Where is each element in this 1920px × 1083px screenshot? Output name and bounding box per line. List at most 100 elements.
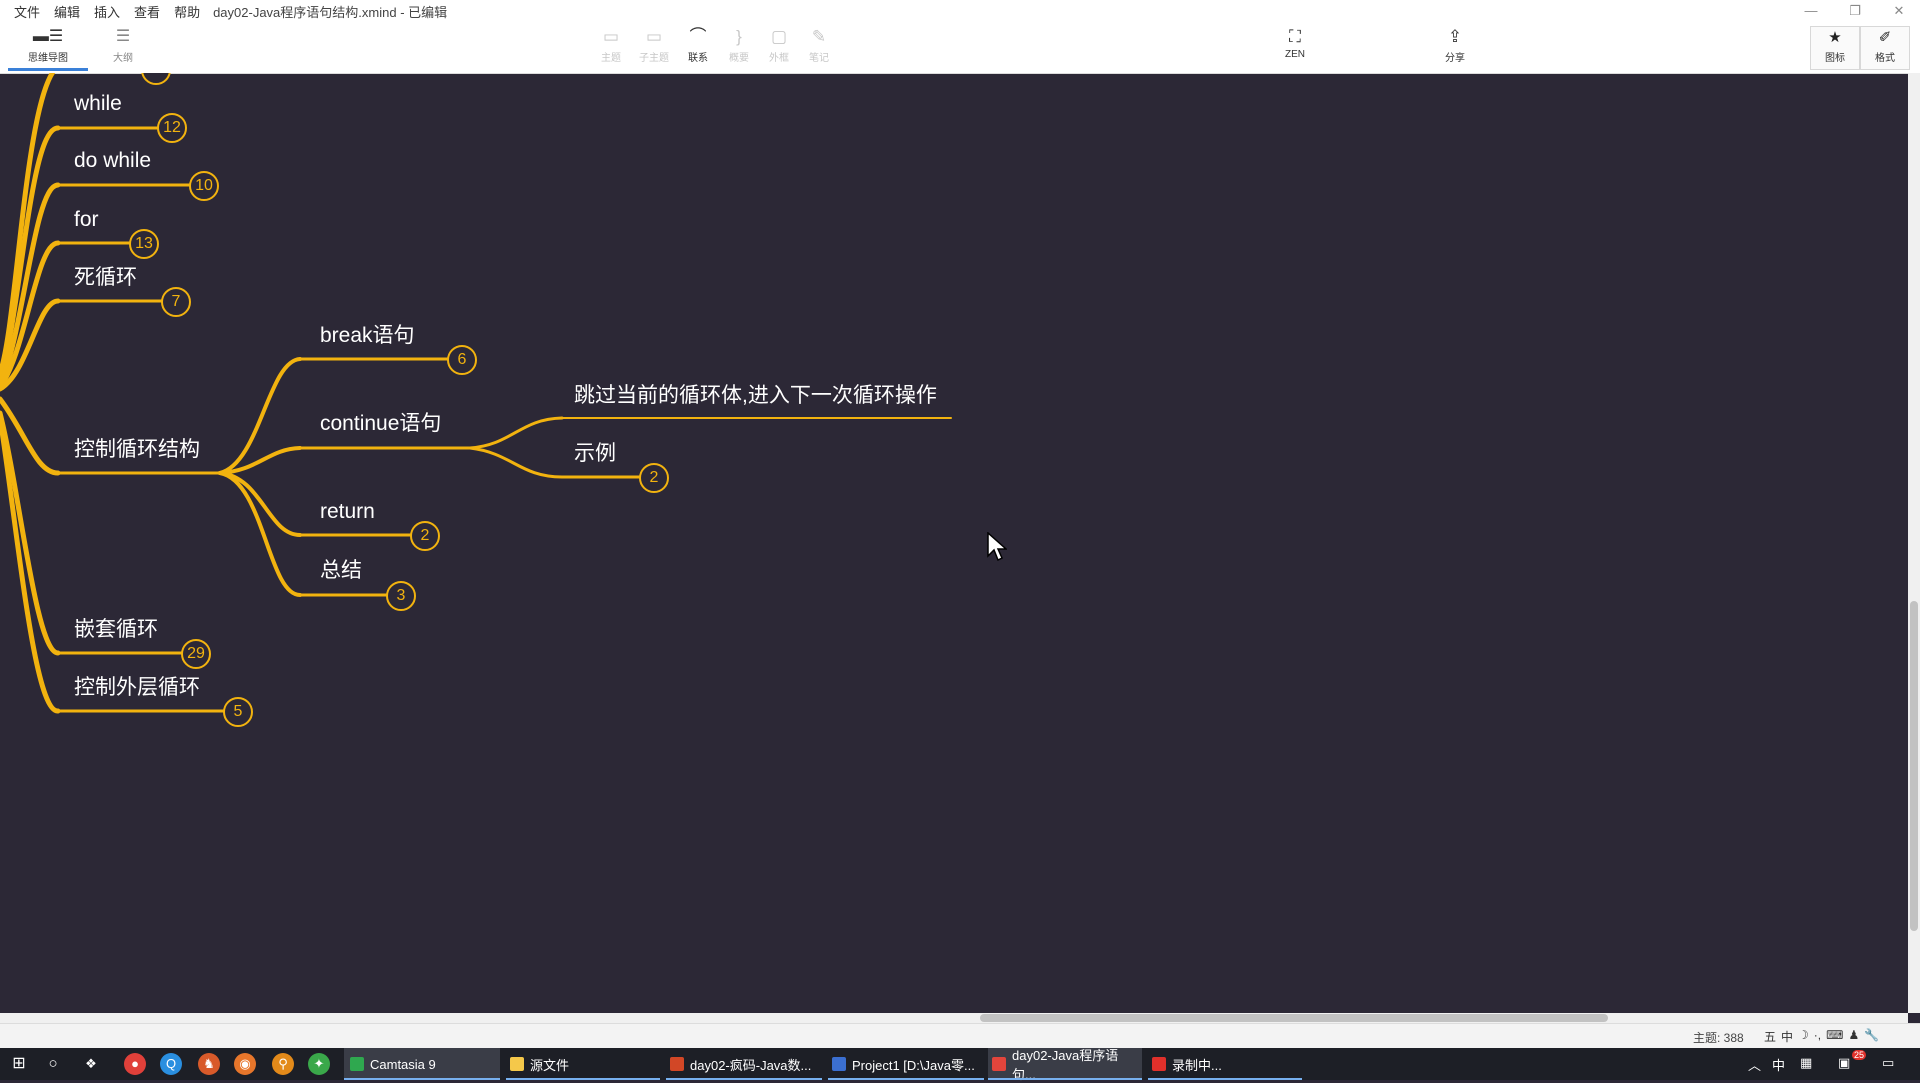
windows-taskbar: ⊞ ○ ❖ ● Q ♞ ◉ ⚲ ✦ Camtasia 9 源文件 day02-疯… bbox=[0, 1048, 1920, 1082]
menu-file[interactable]: 文件 bbox=[0, 2, 47, 21]
relationship-button[interactable]: ⌒ 联系 bbox=[675, 26, 721, 64]
subtopic-icon: ▭ bbox=[645, 27, 663, 46]
tray-ime-indicator[interactable]: 中 bbox=[1772, 1055, 1785, 1074]
menu-view[interactable]: 查看 bbox=[127, 2, 167, 21]
task-view-icon[interactable]: ❖ bbox=[80, 1053, 102, 1075]
topic-do-while[interactable]: do while bbox=[74, 148, 151, 174]
subtopic-button[interactable]: ▭ 子主题 bbox=[631, 26, 677, 64]
qq-browser-icon[interactable]: Q bbox=[160, 1053, 182, 1075]
cortana-search-icon[interactable]: ○ bbox=[42, 1053, 64, 1075]
windows-start-icon[interactable]: ⊞ bbox=[8, 1053, 30, 1075]
ime-wubi-icon[interactable]: 五 bbox=[1764, 1028, 1776, 1045]
topic-summary[interactable]: 总结 bbox=[320, 558, 362, 584]
tray-notification-icon[interactable]: ▣ bbox=[1838, 1055, 1850, 1071]
format-panel-label: 格式 bbox=[1875, 53, 1895, 64]
topic-example-badge[interactable]: 2 bbox=[639, 463, 669, 493]
taskbar-app-intellij[interactable]: Project1 [D:\Java零... bbox=[828, 1048, 984, 1080]
share-button-label: 分享 bbox=[1445, 53, 1465, 64]
ime-halfwidth-icon[interactable]: ☽ bbox=[1798, 1028, 1809, 1045]
restore-icon[interactable]: ❐ bbox=[1844, 2, 1866, 20]
minimize-icon[interactable]: — bbox=[1800, 2, 1822, 20]
topic-example[interactable]: 示例 bbox=[574, 441, 616, 467]
action-center-icon[interactable]: ▭ bbox=[1882, 1055, 1894, 1071]
menu-edit[interactable]: 编辑 bbox=[47, 2, 87, 21]
topic-break[interactable]: break语句 bbox=[320, 323, 415, 349]
topic-while[interactable]: while bbox=[74, 91, 122, 117]
ime-punctuation-icon[interactable]: ·, bbox=[1814, 1028, 1821, 1045]
tab-outline[interactable]: ☰ 大纲 bbox=[83, 26, 163, 71]
boundary-button-label: 外框 bbox=[769, 53, 789, 64]
tray-chevron-icon[interactable]: ︿ bbox=[1748, 1055, 1761, 1074]
topic-count: 主题: 388 bbox=[1693, 1031, 1744, 1045]
ime-toolbar: 五 中 ☽ ·, ⌨ ♟ 🔧 bbox=[1764, 1028, 1879, 1045]
notification-count-badge: 25 bbox=[1852, 1050, 1867, 1060]
ime-chinese-icon[interactable]: 中 bbox=[1781, 1028, 1793, 1045]
icons-panel-button[interactable]: ★ 图标 bbox=[1810, 26, 1860, 70]
subtopic-button-label: 子主题 bbox=[639, 53, 669, 64]
tray-calendar-icon[interactable]: ▦ bbox=[1800, 1055, 1812, 1071]
horizontal-scroll-thumb[interactable] bbox=[980, 1014, 1608, 1022]
top-toolbar: 文件 编辑 插入 查看 帮助 day02-Java程序语句结构.xmind - … bbox=[0, 0, 1920, 74]
topic-for-badge[interactable]: 13 bbox=[129, 229, 159, 259]
topic-deadloop[interactable]: 死循环 bbox=[74, 265, 137, 291]
topic-do-while-badge[interactable]: 10 bbox=[189, 171, 219, 201]
taskbar-app-recorder-label: 录制中... bbox=[1172, 1057, 1222, 1073]
menu-bar: 文件 编辑 插入 查看 帮助 day02-Java程序语句结构.xmind - … bbox=[0, 0, 447, 22]
topic-nested-loop[interactable]: 嵌套循环 bbox=[74, 617, 158, 643]
share-button[interactable]: ⇪ 分享 bbox=[1432, 26, 1478, 64]
taskbar-app-powerpoint-label: day02-疯码-Java数... bbox=[690, 1057, 812, 1073]
zen-button[interactable]: ⛶ ZEN bbox=[1272, 26, 1318, 60]
topic-break-badge[interactable]: 6 bbox=[447, 345, 477, 375]
taskbar-app-xmind[interactable]: day02-Java程序语句... bbox=[988, 1048, 1142, 1082]
xmind-icon bbox=[992, 1057, 1006, 1071]
topic-outer-loop-badge[interactable]: 5 bbox=[223, 697, 253, 727]
taskbar-app-recorder[interactable]: 录制中... bbox=[1148, 1048, 1302, 1080]
ime-user-icon[interactable]: ♟ bbox=[1848, 1028, 1859, 1045]
taskbar-app-intellij-label: Project1 [D:\Java零... bbox=[852, 1057, 975, 1073]
topic-button-label: 主题 bbox=[601, 53, 621, 64]
menu-insert[interactable]: 插入 bbox=[87, 2, 127, 21]
topic-control-loop[interactable]: 控制循环结构 bbox=[74, 437, 200, 463]
boundary-icon: ▢ bbox=[770, 27, 788, 46]
firefox-icon[interactable]: ◉ bbox=[234, 1053, 256, 1075]
topic-outer-loop[interactable]: 控制外层循环 bbox=[74, 675, 200, 701]
ime-keyboard-icon[interactable]: ⌨ bbox=[1826, 1028, 1843, 1045]
format-panel-button[interactable]: ✐ 格式 bbox=[1860, 26, 1910, 70]
relationship-button-label: 联系 bbox=[688, 53, 708, 64]
taskbar-app-powerpoint[interactable]: day02-疯码-Java数... bbox=[666, 1048, 822, 1080]
taskbar-app-camtasia[interactable]: Camtasia 9 bbox=[344, 1048, 500, 1080]
branch-curve-example bbox=[468, 446, 564, 479]
close-icon[interactable]: ✕ bbox=[1888, 2, 1910, 20]
ime-settings-icon[interactable]: 🔧 bbox=[1864, 1028, 1879, 1045]
powerpoint-icon bbox=[670, 1057, 684, 1071]
topic-icon: ▭ bbox=[602, 27, 620, 46]
folder-icon bbox=[510, 1057, 524, 1071]
horizontal-scrollbar[interactable] bbox=[0, 1013, 1908, 1023]
notes-button[interactable]: ✎ 笔记 bbox=[796, 26, 842, 64]
tab-mindmap-label: 思维导图 bbox=[28, 53, 68, 64]
chrome-icon[interactable]: ● bbox=[124, 1053, 146, 1075]
topic-summary-badge[interactable]: 3 bbox=[386, 581, 416, 611]
topic-nested-loop-badge[interactable]: 29 bbox=[181, 639, 211, 669]
vertical-scrollbar[interactable] bbox=[1908, 73, 1920, 1013]
topic-return-badge[interactable]: 2 bbox=[410, 521, 440, 551]
app-icon-6[interactable]: ✦ bbox=[308, 1053, 330, 1075]
app-icon-3[interactable]: ♞ bbox=[198, 1053, 220, 1075]
topic-for[interactable]: for bbox=[74, 207, 99, 233]
topic-button[interactable]: ▭ 主题 bbox=[588, 26, 634, 64]
tab-mindmap[interactable]: ▬☰ 思维导图 bbox=[8, 26, 88, 71]
topic-skip-description[interactable]: 跳过当前的循环体,进入下一次循环操作 bbox=[574, 383, 937, 409]
topic-continue[interactable]: continue语句 bbox=[320, 411, 441, 437]
topic-deadloop-badge[interactable]: 7 bbox=[161, 287, 191, 317]
branch-curve-skip bbox=[468, 416, 564, 450]
taskbar-app-camtasia-label: Camtasia 9 bbox=[370, 1056, 436, 1072]
topic-while-badge[interactable]: 12 bbox=[157, 113, 187, 143]
vertical-scroll-thumb[interactable] bbox=[1910, 601, 1918, 931]
taskbar-app-folder[interactable]: 源文件 bbox=[506, 1048, 660, 1080]
document-title: day02-Java程序语句结构.xmind - 已编辑 bbox=[213, 4, 448, 20]
mindmap-canvas[interactable]: while 12 do while 10 for 13 死循环 7 控制循环结构… bbox=[0, 73, 1908, 1013]
topic-return[interactable]: return bbox=[320, 499, 375, 525]
search-tool-icon[interactable]: ⚲ bbox=[272, 1053, 294, 1075]
menu-help[interactable]: 帮助 bbox=[167, 2, 207, 21]
icons-panel-label: 图标 bbox=[1825, 53, 1845, 64]
